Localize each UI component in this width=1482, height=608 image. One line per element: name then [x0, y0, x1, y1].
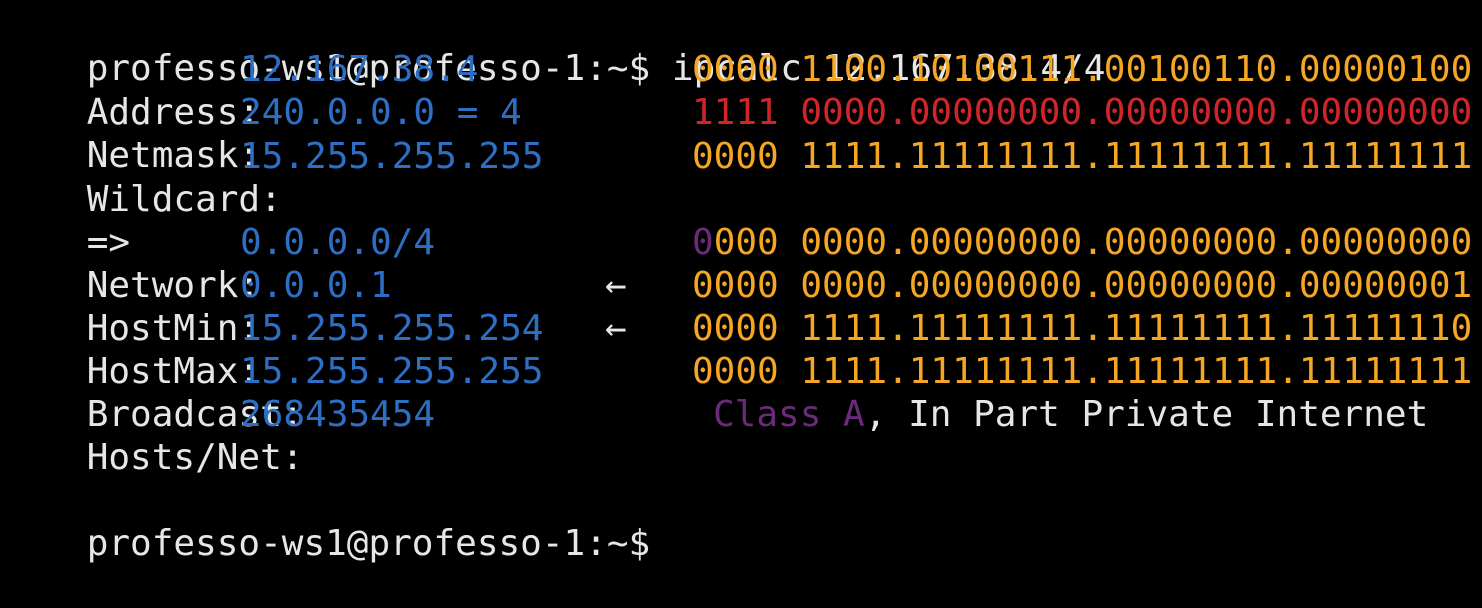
- idle-prompt-line[interactable]: professo-ws1@professo-1:~$: [0, 479, 651, 564]
- network-class: Class A: [713, 394, 865, 435]
- netmask-value: 240.0.0.0 = 4: [240, 92, 522, 133]
- hosts-value: 268435454: [240, 394, 436, 435]
- command-line: professo-ws1@professo-1:~$ ipcalc 12.167…: [0, 4, 1106, 89]
- address-binary-net: 0000: [692, 49, 779, 90]
- network-class-note: , In Part Private Internet: [864, 394, 1429, 435]
- netmask-binary-host: 0000.00000000.00000000.00000000: [778, 92, 1473, 133]
- broadcast-binary: 0000 1111.11111111.11111111.11111111: [692, 351, 1473, 392]
- shell-prompt-idle: professo-ws1@professo-1:~$: [86, 523, 651, 564]
- broadcast-row: Broadcast: 15.255.255.255 0000 1111.1111…: [0, 350, 1473, 435]
- address-row: Address: 12.167.38.4 0000 1100.10100111.…: [0, 48, 1473, 133]
- network-row: Network: 0.0.0.0/4 0000 0000.00000000.00…: [0, 221, 1473, 306]
- result-arrow-row: =>: [0, 178, 130, 263]
- netmask-binary-net: 1111: [692, 92, 779, 133]
- netmask-binary: 1111 0000.00000000.00000000.00000000: [692, 91, 1472, 134]
- hostmax-value: 15.255.255.254: [240, 308, 544, 349]
- address-binary: 0000 1100.10100111.00100110.00000100: [692, 48, 1472, 91]
- hostmin-row: HostMin: 0.0.0.1 ← 0000 0000.00000000.00…: [0, 264, 1473, 349]
- wildcard-binary: 0000 1111.11111111.11111111.11111111: [692, 135, 1472, 178]
- wildcard-binary-host: 1111.11111111.11111111.11111111: [778, 136, 1473, 177]
- network-class-info: Class A, In Part Private Internet: [713, 393, 1428, 436]
- network-binary: 0000 0000.00000000.00000000.00000000: [692, 221, 1472, 264]
- broadcast-value: 15.255.255.255: [240, 351, 544, 392]
- hostmin-value: 0.0.0.1: [240, 265, 392, 306]
- hostmax-binary: 0000 1111.11111111.11111111.11111110: [692, 308, 1473, 349]
- hostmin-binary: 0000 0000.00000000.00000000.00000001: [692, 265, 1473, 306]
- wildcard-value: 15.255.255.255: [240, 136, 544, 177]
- address-binary-host: 1100.10100111.00100110.00000100: [778, 49, 1473, 90]
- netmask-row: Netmask: 240.0.0.0 = 4 1111 0000.0000000…: [0, 91, 1473, 176]
- hosts-label: Hosts/Net:: [86, 437, 304, 478]
- hostmin-arrow-icon: ←: [605, 265, 627, 306]
- network-value: 0.0.0.0/4: [240, 222, 436, 263]
- wildcard-row: Wildcard: 15.255.255.255 0000 1111.11111…: [0, 135, 1473, 220]
- wildcard-binary-net: 0000: [692, 136, 779, 177]
- address-value: 12.167.38.4: [240, 49, 479, 90]
- network-binary-rest: 000 0000.00000000.00000000.00000000: [713, 222, 1473, 263]
- hostmax-row: HostMax: 15.255.255.254 ← 0000 1111.1111…: [0, 307, 1473, 392]
- hostmax-arrow-icon: ←: [605, 308, 627, 349]
- network-binary-class-bit: 0: [692, 222, 714, 263]
- hosts-row: Hosts/Net: 268435454 Class A, In Part Pr…: [0, 393, 1429, 478]
- terminal-window[interactable]: professo-ws1@professo-1:~$ ipcalc 12.167…: [0, 0, 1482, 564]
